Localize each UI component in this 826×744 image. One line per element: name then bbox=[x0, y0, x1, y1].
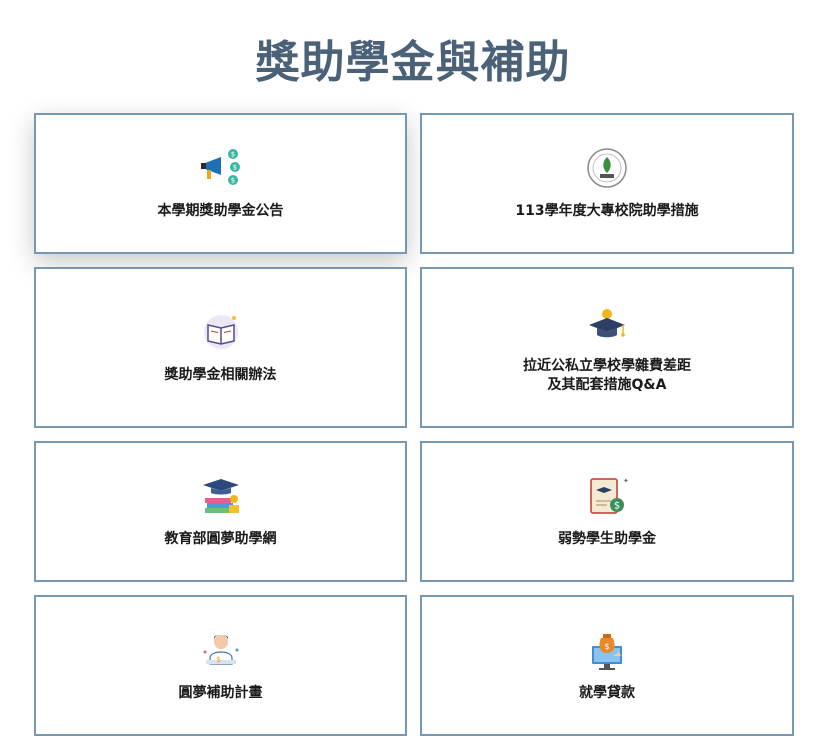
card-moe-dream-aid-website[interactable]: 教育部圓夢助學網 bbox=[34, 441, 407, 582]
svg-text:$: $ bbox=[614, 501, 620, 512]
svg-text:✦: ✦ bbox=[623, 477, 629, 485]
card-label: 獎助學金相關辦法 bbox=[164, 367, 277, 383]
card-student-loan[interactable]: $ 就學貸款 bbox=[420, 595, 794, 736]
card-113-college-aid[interactable]: 113學年度大專校院助學措施 bbox=[420, 113, 794, 254]
svg-text:$: $ bbox=[216, 655, 221, 664]
svg-text:$: $ bbox=[604, 642, 609, 651]
card-disadvantaged-student-grant[interactable]: $ ✦ 弱勢學生助學金 bbox=[420, 441, 794, 582]
money-bag-monitor-icon: $ bbox=[585, 628, 629, 672]
card-scholarship-regulations[interactable]: 獎助學金相關辦法 bbox=[34, 267, 407, 428]
card-tuition-gap-qa[interactable]: 拉近公私立學校學雜費差距 及其配套措施Q&A bbox=[420, 267, 794, 428]
svg-text:$: $ bbox=[230, 177, 234, 185]
graduation-books-coins-icon bbox=[199, 474, 243, 518]
student-desk-icon: $ bbox=[199, 628, 243, 672]
ministry-of-education-logo-icon bbox=[585, 146, 629, 190]
graduation-cap-coin-icon bbox=[585, 301, 629, 345]
card-label: 弱勢學生助學金 bbox=[558, 531, 656, 547]
card-scholarship-announcement[interactable]: $ $ $ 本學期獎助學金公告 bbox=[34, 113, 407, 254]
svg-text:$: $ bbox=[232, 164, 236, 172]
card-label: 教育部圓夢助學網 bbox=[164, 531, 277, 547]
page-title: 獎助學金與補助 bbox=[255, 37, 571, 88]
megaphone-money-icon: $ $ $ bbox=[199, 146, 243, 190]
card-label: 圓夢補助計畫 bbox=[178, 685, 263, 701]
open-book-icon bbox=[199, 310, 243, 354]
card-label: 就學貸款 bbox=[579, 685, 635, 701]
scholarship-card-grid: $ $ $ 本學期獎助學金公告 113學年度大專校院助學措施 獎助學金相關辦法 … bbox=[34, 113, 794, 744]
card-label: 113學年度大專校院助學措施 bbox=[515, 203, 699, 219]
card-dream-subsidy-program[interactable]: $ 圓夢補助計畫 bbox=[34, 595, 407, 736]
certificate-money-icon: $ ✦ bbox=[585, 474, 629, 518]
card-label: 本學期獎助學金公告 bbox=[157, 203, 284, 219]
card-label: 拉近公私立學校學雜費差距 及其配套措施Q&A bbox=[523, 357, 691, 393]
svg-text:$: $ bbox=[230, 151, 234, 159]
